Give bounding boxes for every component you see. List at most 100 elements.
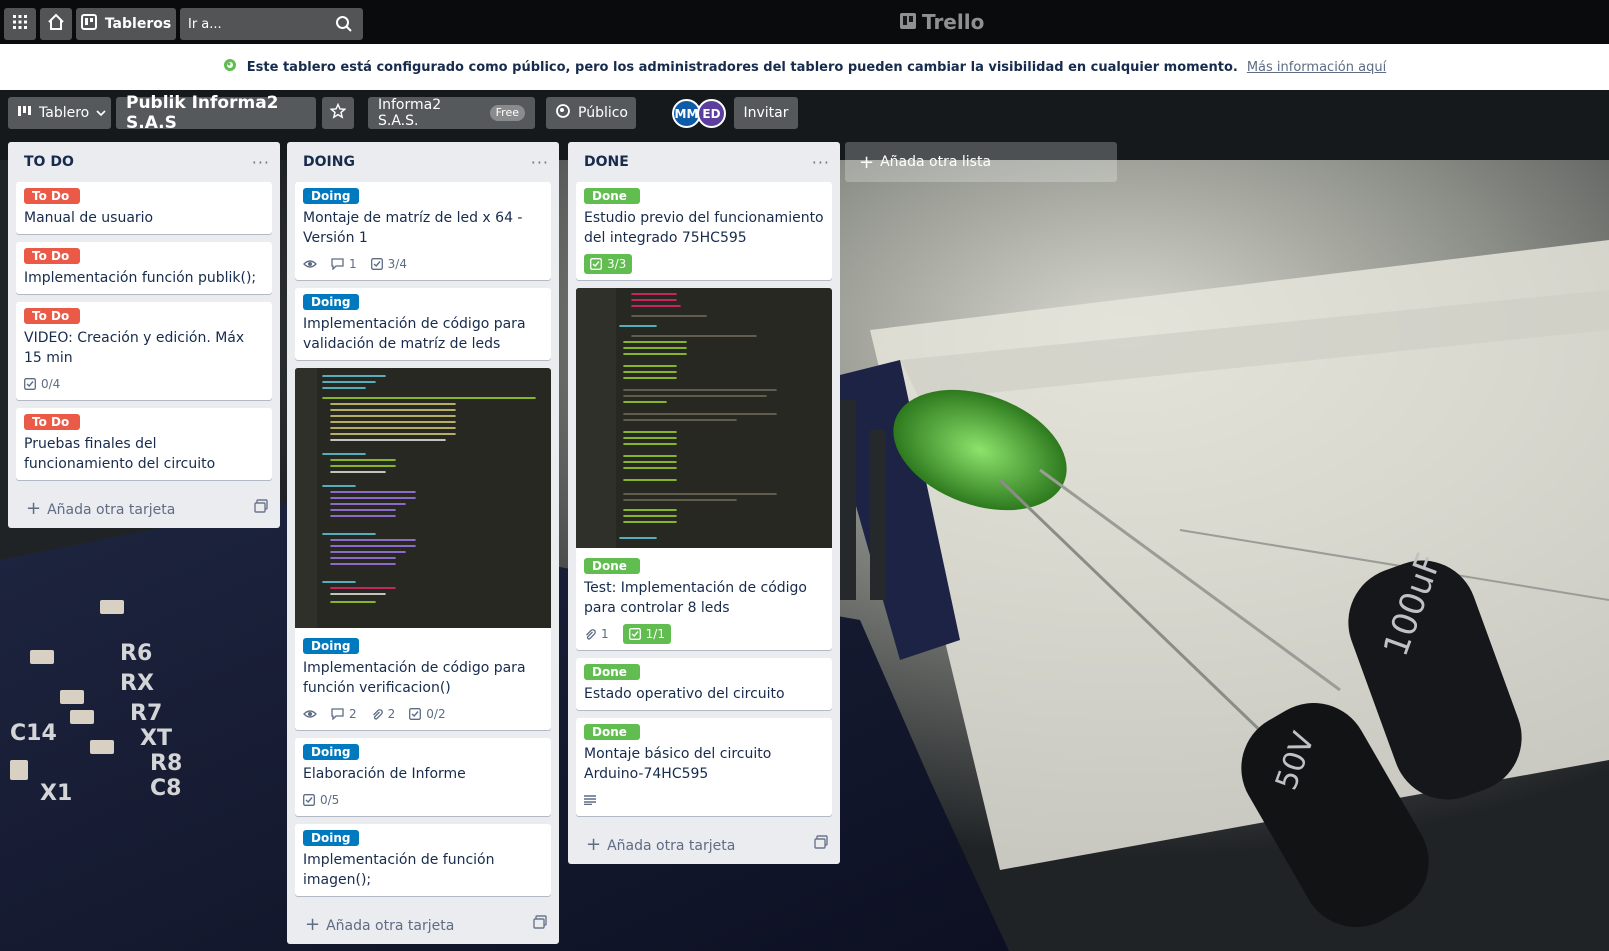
list-title[interactable]: DOING	[303, 154, 355, 170]
add-card-button[interactable]: + Añada otra tarjeta	[287, 904, 559, 944]
add-card-button[interactable]: + Añada otra tarjeta	[568, 824, 840, 864]
search-icon	[335, 15, 353, 37]
checklist-count: 0/2	[426, 707, 446, 721]
add-card-label: Añada otra tarjeta	[326, 917, 455, 934]
card-label: Done	[584, 188, 640, 204]
plus-icon: +	[586, 833, 602, 855]
eye-icon	[303, 709, 317, 719]
plus-icon: +	[26, 497, 42, 519]
card-label: Doing	[303, 294, 359, 310]
card[interactable]: Done Test: Implementación de código para…	[576, 288, 832, 650]
checklist-badge: 0/5	[303, 793, 339, 807]
board-view-icon	[18, 105, 32, 121]
card-template-icon[interactable]	[814, 835, 828, 853]
paperclip-icon	[584, 628, 596, 641]
board-view-switcher[interactable]: Tablero	[8, 97, 111, 129]
card[interactable]: Done Estado operativo del circuito	[576, 658, 832, 710]
home-button[interactable]	[40, 8, 72, 40]
apps-menu-button[interactable]	[4, 8, 36, 40]
list-doing: DOING ··· Doing Montaje de matríz de led…	[287, 142, 559, 944]
card-label: Done	[584, 558, 640, 574]
card[interactable]: Doing Implementación de código para vali…	[295, 288, 551, 360]
card-template-icon[interactable]	[533, 915, 547, 933]
star-icon	[329, 102, 347, 123]
svg-text:R6: R6	[120, 641, 152, 666]
globe-icon	[223, 58, 237, 76]
card-title: Montaje básico del circuito Arduino-74HC…	[584, 746, 772, 782]
card-label: Doing	[303, 638, 359, 654]
add-list-button[interactable]: + Añada otra lista	[845, 142, 1117, 182]
board-name[interactable]: Publik Informa2 S.A.S	[116, 93, 316, 133]
list-menu-button[interactable]: ···	[812, 153, 830, 172]
checklist-badge: 3/4	[370, 257, 407, 271]
invite-button[interactable]: Invitar	[734, 97, 798, 129]
card[interactable]: Done Estudio previo del funcionamiento d…	[576, 182, 832, 280]
list-title[interactable]: TO DO	[24, 154, 74, 170]
search-placeholder: Ir a...	[188, 16, 222, 32]
card[interactable]: To Do Implementación función publik();	[16, 242, 272, 294]
card-title: Montaje de matríz de led x 64 - Versión …	[303, 210, 523, 246]
search-input[interactable]: Ir a...	[180, 8, 363, 40]
attachments-count: 1	[601, 627, 609, 641]
card[interactable]: Doing Implementación de función imagen()…	[295, 824, 551, 896]
comments-count: 1	[349, 257, 357, 271]
list-todo: TO DO ··· To Do Manual de usuario To Do …	[8, 142, 280, 528]
boards-button[interactable]: Tableros	[76, 8, 176, 40]
checklist-icon	[628, 628, 641, 640]
svg-text:C8: C8	[150, 776, 181, 801]
checklist-count: 0/5	[320, 793, 340, 807]
attachments-count: 2	[387, 707, 396, 721]
card-title: Elaboración de Informe	[303, 766, 466, 782]
card[interactable]: To Do VIDEO: Creación y edición. Máx 15 …	[16, 302, 272, 400]
card-title: Manual de usuario	[24, 210, 154, 226]
list-menu-button[interactable]: ···	[531, 153, 549, 172]
card-label: Done	[584, 724, 640, 740]
card-label: To Do	[24, 248, 80, 264]
svg-text:R8: R8	[150, 751, 182, 776]
team-button[interactable]: Informa2 S.A.S. Free	[368, 97, 535, 129]
checklist-count: 3/4	[387, 257, 407, 271]
add-card-label: Añada otra tarjeta	[47, 501, 176, 518]
visibility-button[interactable]: Público	[546, 97, 636, 129]
watching-badge	[303, 709, 317, 719]
card[interactable]: Doing Implementación de código para func…	[295, 368, 551, 730]
card-title: Implementación de código para función ve…	[303, 660, 526, 696]
card[interactable]: Doing Montaje de matríz de led x 64 - Ve…	[295, 182, 551, 280]
board-view-label: Tablero	[39, 105, 90, 121]
trello-logo[interactable]: Trello	[900, 10, 984, 34]
apps-grid-icon	[12, 14, 28, 34]
card-template-icon[interactable]	[254, 499, 268, 517]
checklist-badge: 0/4	[24, 377, 60, 391]
paperclip-icon	[371, 708, 383, 721]
add-card-button[interactable]: + Añada otra tarjeta	[8, 488, 280, 528]
svg-text:C14: C14	[10, 721, 57, 746]
card[interactable]: Doing Elaboración de Informe 0/5	[295, 738, 551, 816]
card[interactable]: Done Montaje básico del circuito Arduino…	[576, 718, 832, 816]
card-label: Doing	[303, 830, 359, 846]
top-header: Tableros Ir a... Trello	[0, 0, 1609, 44]
card[interactable]: To Do Manual de usuario	[16, 182, 272, 234]
list-title[interactable]: DONE	[584, 154, 629, 170]
checklist-badge: 3/3	[584, 254, 633, 274]
add-list-label: Añada otra lista	[880, 154, 992, 170]
svg-text:R7: R7	[130, 701, 162, 726]
trello-logo-icon	[900, 10, 916, 34]
card-label: Done	[584, 664, 640, 680]
star-board-button[interactable]	[322, 97, 354, 129]
card-title: Test: Implementación de código para cont…	[584, 580, 808, 616]
comments-count: 2	[349, 707, 357, 721]
card-title: Estudio previo del funcionamiento del in…	[584, 210, 824, 246]
invite-label: Invitar	[743, 105, 789, 121]
list-menu-button[interactable]: ···	[252, 153, 270, 172]
checklist-badge: 1/1	[622, 624, 671, 644]
card[interactable]: To Do Pruebas finales del funcionamiento…	[16, 408, 272, 480]
member-avatar-ed[interactable]: ED	[697, 99, 726, 128]
chevron-down-icon	[96, 105, 106, 121]
checklist-icon	[24, 378, 36, 390]
comment-icon	[331, 708, 344, 720]
comments-badge: 2	[331, 707, 357, 721]
card-label: To Do	[24, 414, 80, 430]
boards-label: Tableros	[104, 16, 172, 32]
more-info-link[interactable]: Más información aquí	[1247, 60, 1386, 75]
plan-badge: Free	[489, 105, 525, 121]
